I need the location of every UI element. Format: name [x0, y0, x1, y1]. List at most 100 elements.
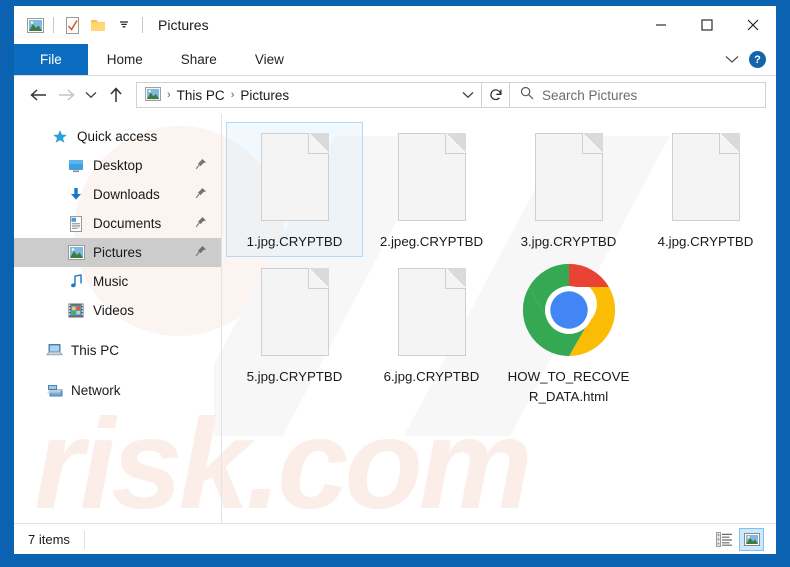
refresh-button[interactable] — [481, 82, 509, 108]
sidebar-item-label: Documents — [93, 216, 162, 231]
tab-view[interactable]: View — [236, 44, 303, 75]
tab-file[interactable]: File — [14, 44, 88, 75]
window-title: Pictures — [158, 17, 209, 33]
chrome-icon — [521, 262, 617, 363]
file-thumbnail — [667, 129, 745, 225]
breadcrumb-separator-1: › — [167, 89, 171, 101]
sidebar-item-downloads[interactable]: Downloads — [14, 180, 221, 209]
search-icon — [520, 86, 534, 105]
blank-document-icon — [260, 268, 329, 356]
sidebar-item-music[interactable]: Music — [14, 267, 221, 296]
pin-icon[interactable] — [195, 158, 207, 173]
sidebar-item-desktop[interactable]: Desktop — [14, 151, 221, 180]
file-item[interactable]: 6.jpg.CRYPTBD — [363, 257, 500, 412]
ribbon-right-controls: ? — [725, 44, 776, 75]
music-icon — [66, 273, 86, 291]
customize-dropdown-icon[interactable] — [111, 12, 137, 38]
pictures-folder-icon[interactable] — [22, 12, 48, 38]
toolbar-divider-2 — [142, 17, 143, 33]
properties-icon[interactable] — [59, 12, 85, 38]
breadcrumb: › This PC › Pictures — [137, 86, 455, 104]
title-bar: Pictures — [14, 6, 776, 44]
details-view-button[interactable] — [712, 528, 737, 551]
file-explorer-window: risk.com Pictures File Home Share View ?… — [14, 6, 776, 554]
file-name-label: 2.jpeg.CRYPTBD — [379, 234, 484, 249]
address-bar: › This PC › Pictures Search Pictures — [14, 76, 776, 114]
breadcrumb-item-this-pc[interactable]: This PC — [177, 88, 225, 103]
back-button[interactable] — [24, 81, 52, 109]
file-thumbnail — [522, 263, 615, 360]
address-breadcrumb-bar[interactable]: › This PC › Pictures — [136, 82, 510, 108]
forward-button[interactable] — [52, 81, 80, 109]
pictures-icon — [66, 244, 86, 262]
sidebar-item-label: Desktop — [93, 158, 143, 173]
breadcrumb-pictures-icon — [145, 86, 161, 104]
tab-share[interactable]: Share — [162, 44, 236, 75]
file-name-label: 5.jpg.CRYPTBD — [246, 369, 343, 384]
sidebar-item-label: Network — [71, 383, 121, 398]
file-item[interactable]: 5.jpg.CRYPTBD — [226, 257, 363, 412]
sidebar-item-label: Downloads — [93, 187, 160, 202]
blank-document-icon — [534, 133, 603, 221]
video-icon — [66, 302, 86, 320]
large-icons-view-button[interactable] — [739, 528, 764, 551]
search-placeholder: Search Pictures — [542, 87, 638, 103]
sidebar-group-quick-access[interactable]: Quick access — [14, 122, 221, 151]
file-list-area[interactable]: 1.jpg.CRYPTBD 2.jpeg.CRYPTBD 3.jpg.CRYPT… — [222, 114, 776, 523]
file-thumbnail — [256, 129, 334, 225]
search-input[interactable]: Search Pictures — [510, 82, 766, 108]
status-bar: 7 items — [14, 523, 776, 554]
sidebar-item-network[interactable]: Network — [14, 376, 221, 405]
sidebar-item-videos[interactable]: Videos — [14, 296, 221, 325]
file-thumbnail — [256, 264, 334, 360]
window-controls — [638, 6, 776, 44]
help-button[interactable]: ? — [749, 51, 766, 68]
file-item[interactable]: 1.jpg.CRYPTBD — [226, 122, 363, 257]
pin-icon[interactable] — [195, 216, 207, 231]
sidebar-item-pictures[interactable]: Pictures — [14, 238, 221, 267]
file-thumbnail — [393, 129, 471, 225]
recent-locations-button[interactable] — [80, 81, 102, 109]
sidebar-item-label: This PC — [71, 343, 120, 358]
blank-document-icon — [671, 133, 740, 221]
desktop-icon — [66, 157, 86, 175]
address-dropdown-icon[interactable] — [455, 83, 481, 107]
new-folder-icon[interactable] — [85, 12, 111, 38]
star-icon — [50, 128, 70, 146]
tab-home[interactable]: Home — [88, 44, 162, 75]
pin-icon[interactable] — [195, 187, 207, 202]
explorer-body: Quick access Desktop Downloads Documents… — [14, 114, 776, 523]
sidebar-item-label: Videos — [93, 303, 135, 318]
item-count-label: 7 items — [14, 530, 85, 549]
minimize-button[interactable] — [638, 6, 684, 44]
expand-ribbon-icon[interactable] — [725, 51, 739, 69]
sidebar-item-label: Music — [93, 274, 129, 289]
close-button[interactable] — [730, 6, 776, 44]
up-button[interactable] — [102, 81, 130, 109]
network-icon — [44, 382, 64, 400]
file-item[interactable]: 3.jpg.CRYPTBD — [500, 122, 637, 257]
view-toggle-group — [712, 528, 776, 551]
file-name-label: 4.jpg.CRYPTBD — [657, 234, 754, 249]
file-item[interactable]: HOW_TO_RECOVER_DATA.html — [500, 257, 637, 412]
download-icon — [66, 186, 86, 204]
file-item[interactable]: 4.jpg.CRYPTBD — [637, 122, 774, 257]
computer-icon — [44, 342, 64, 360]
ribbon-tab-bar: File Home Share View ? — [14, 44, 776, 76]
sidebar-group-label: Quick access — [77, 129, 158, 144]
file-item[interactable]: 2.jpeg.CRYPTBD — [363, 122, 500, 257]
file-name-label: 6.jpg.CRYPTBD — [383, 369, 480, 384]
toolbar-divider-1 — [53, 17, 54, 33]
breadcrumb-item-pictures[interactable]: Pictures — [240, 88, 289, 103]
blank-document-icon — [397, 133, 466, 221]
file-thumbnail — [530, 129, 608, 225]
sidebar-item-documents[interactable]: Documents — [14, 209, 221, 238]
blank-document-icon — [397, 268, 466, 356]
sidebar-item-this-pc[interactable]: This PC — [14, 336, 221, 365]
sidebar-item-label: Pictures — [93, 245, 142, 260]
pin-icon[interactable] — [195, 245, 207, 260]
maximize-button[interactable] — [684, 6, 730, 44]
file-name-label: 3.jpg.CRYPTBD — [520, 234, 617, 249]
file-name-label: 1.jpg.CRYPTBD — [246, 234, 343, 249]
